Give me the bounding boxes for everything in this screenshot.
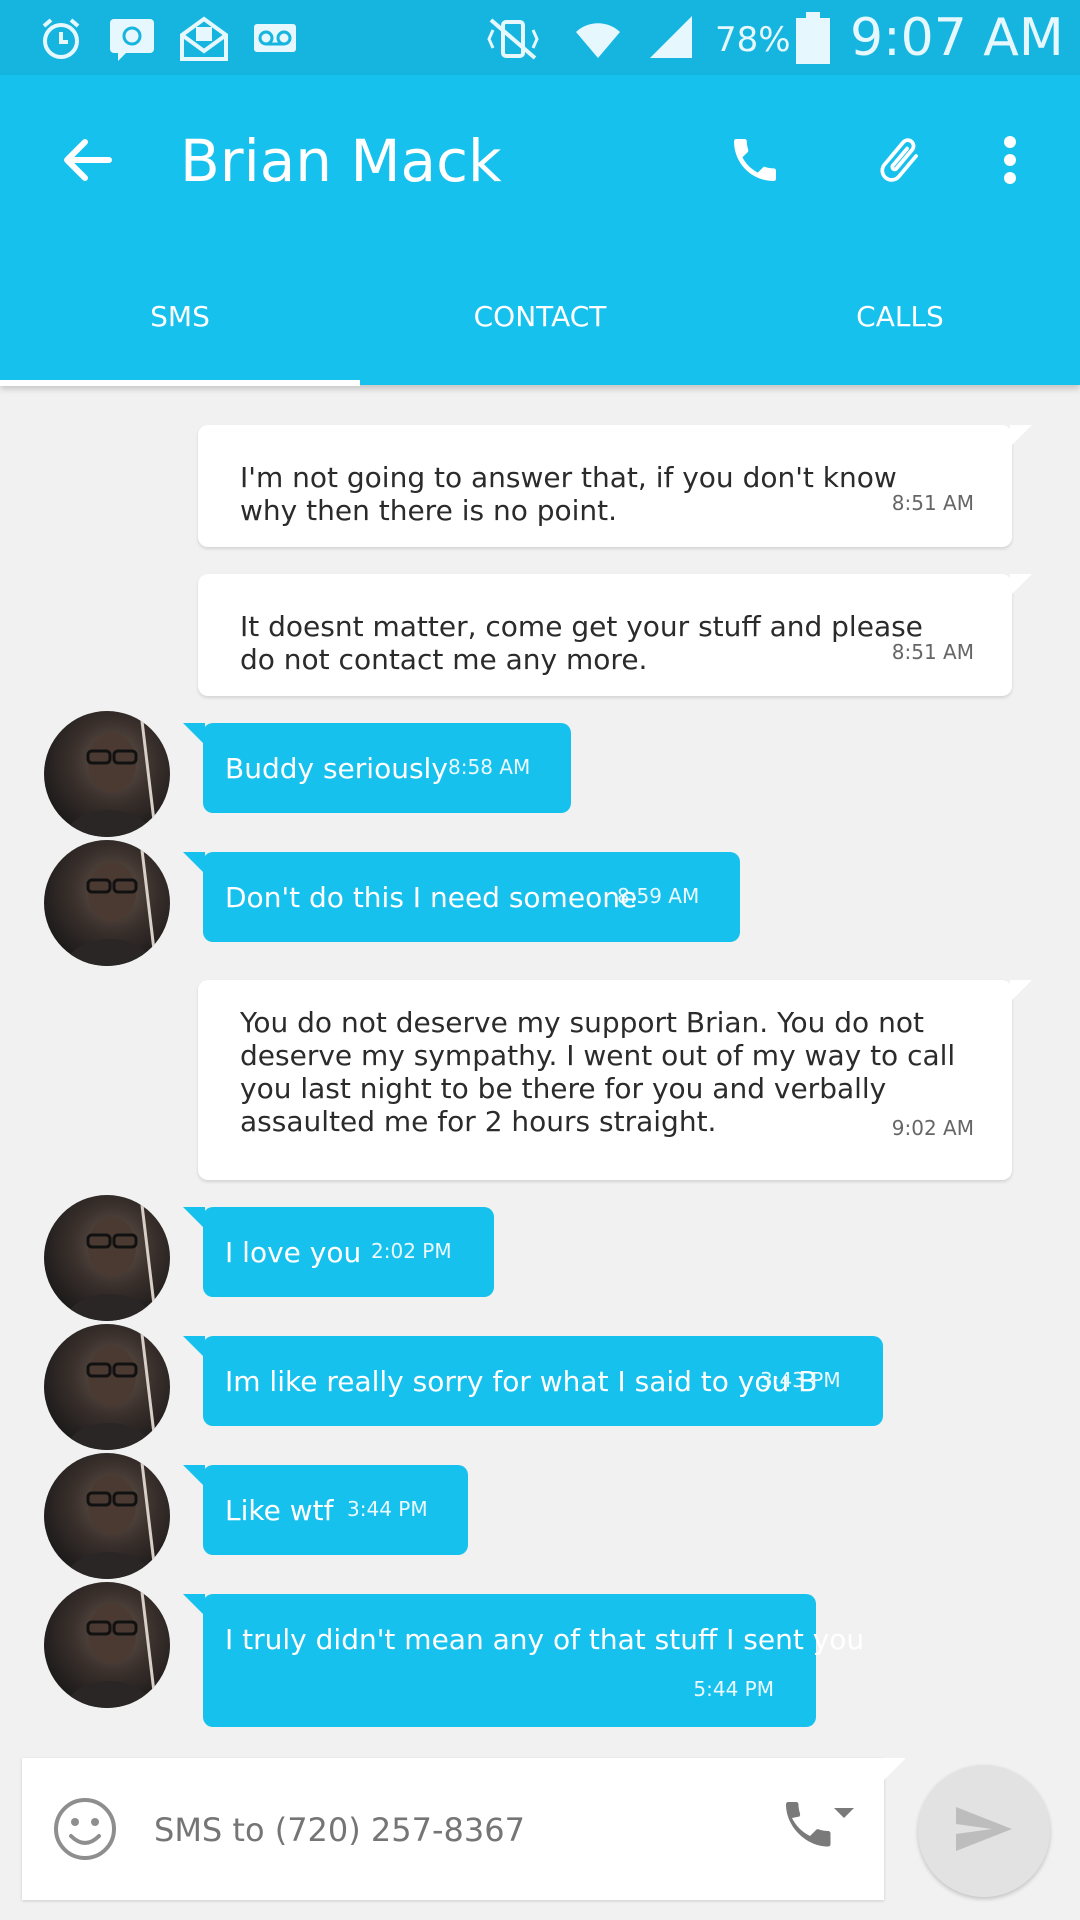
message-time: 8:58 AM xyxy=(448,755,531,779)
incoming-message[interactable]: It doesnt matter, come get your stuff an… xyxy=(198,574,1032,696)
battery-icon xyxy=(796,12,830,68)
avatar[interactable] xyxy=(44,711,170,837)
message-time: 3:44 PM xyxy=(347,1497,428,1521)
message-text: It doesnt matter, come get your stuff an… xyxy=(240,610,923,676)
avatar[interactable] xyxy=(44,1195,170,1321)
signal-icon xyxy=(646,14,696,64)
avatar[interactable] xyxy=(44,1582,170,1708)
emoji-icon[interactable] xyxy=(52,1796,118,1866)
message-time: 8:51 AM xyxy=(891,491,974,515)
message-text: Buddy seriously xyxy=(225,752,448,785)
avatar[interactable] xyxy=(44,1453,170,1579)
outgoing-message[interactable]: Buddy seriously 8:58 AM xyxy=(183,723,571,813)
tab-contact[interactable]: CONTACT xyxy=(360,300,720,333)
incoming-message[interactable]: I'm not going to answer that, if you don… xyxy=(198,425,1032,547)
message-text: I truly didn't mean any of that stuff I … xyxy=(225,1623,865,1656)
battery-percent: 78% xyxy=(715,20,791,60)
send-button[interactable] xyxy=(918,1765,1050,1897)
app-bar: Brian Mack SMS CONTACT CALLS xyxy=(0,75,1080,386)
back-arrow-icon[interactable] xyxy=(52,125,122,195)
message-text: I love you xyxy=(225,1236,362,1269)
alarm-icon xyxy=(38,16,84,66)
outgoing-message[interactable]: Im like really sorry for what I said to … xyxy=(183,1336,883,1426)
message-text: Don't do this I need someone xyxy=(225,881,638,914)
message-list[interactable]: I'm not going to answer that, if you don… xyxy=(0,385,1080,1730)
tab-calls[interactable]: CALLS xyxy=(720,300,1080,333)
active-tab-indicator xyxy=(0,380,360,386)
message-composer xyxy=(22,1758,906,1900)
sms-input[interactable] xyxy=(152,1796,776,1864)
message-time: 8:51 AM xyxy=(891,640,974,664)
tab-sms[interactable]: SMS xyxy=(0,300,360,333)
status-bar: 78% 9:07 AM xyxy=(0,0,1080,75)
outgoing-message[interactable]: Don't do this I need someone 8:59 AM xyxy=(183,852,740,942)
message-time: 2:02 PM xyxy=(371,1239,452,1263)
attachment-icon[interactable] xyxy=(864,125,934,195)
avatar[interactable] xyxy=(44,840,170,966)
outgoing-message[interactable]: I truly didn't mean any of that stuff I … xyxy=(183,1594,864,1727)
message-time: 8:59 AM xyxy=(617,884,700,908)
phone-call-icon[interactable] xyxy=(720,125,790,195)
chat-notification-icon xyxy=(108,15,156,67)
message-time: 5:44 PM xyxy=(693,1677,774,1701)
message-text: You do not deserve my support Brian. You… xyxy=(240,1006,956,1138)
voicemail-icon xyxy=(252,22,298,58)
message-text: Like wtf xyxy=(225,1494,334,1527)
avatar[interactable] xyxy=(44,1324,170,1450)
wifi-icon xyxy=(572,14,624,64)
message-time: 3:43 PM xyxy=(760,1368,841,1392)
incoming-message[interactable]: You do not deserve my support Brian. You… xyxy=(198,980,1032,1180)
outgoing-message[interactable]: I love you 2:02 PM xyxy=(183,1207,494,1297)
send-icon xyxy=(954,1803,1014,1859)
message-text: I'm not going to answer that, if you don… xyxy=(240,461,897,527)
message-time: 9:02 AM xyxy=(891,1116,974,1140)
contact-name: Brian Mack xyxy=(180,127,502,195)
call-dropdown-icon[interactable] xyxy=(780,1800,856,1864)
clock: 9:07 AM xyxy=(850,8,1064,68)
more-options-icon[interactable] xyxy=(985,125,1035,195)
vibrate-muted-icon xyxy=(485,16,541,66)
mail-icon xyxy=(178,15,230,67)
message-text: Im like really sorry for what I said to … xyxy=(225,1365,818,1398)
outgoing-message[interactable]: Like wtf 3:44 PM xyxy=(183,1465,468,1555)
